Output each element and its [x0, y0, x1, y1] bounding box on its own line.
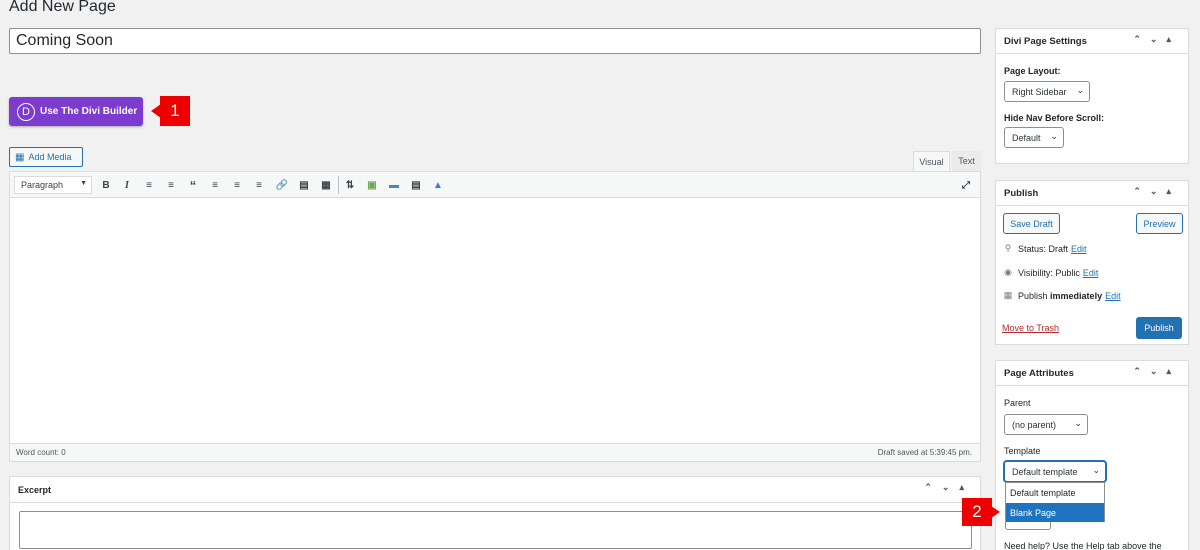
page-attributes-title: Page Attributes	[1004, 368, 1074, 379]
page-title: Add New Page	[9, 0, 116, 15]
toggle-icon[interactable]: ▬	[386, 177, 402, 193]
word-count: Word count: 0	[16, 448, 66, 457]
draft-saved-status: Draft saved at 5:39:45 pm.	[877, 448, 972, 457]
page-layout-select[interactable]: Right Sidebar ⌄	[1004, 81, 1090, 102]
editor-toolbar: Paragraph ▼ B I ≡ ≡ “ ≡ ≡ ≡ 🔗 ▤ ▦ ⇅ ▣ ▬ …	[10, 172, 980, 198]
status-edit-link[interactable]: Edit	[1071, 244, 1087, 254]
content-editor: Paragraph ▼ B I ≡ ≡ “ ≡ ≡ ≡ 🔗 ▤ ▦ ⇅ ▣ ▬ …	[9, 171, 981, 462]
publish-value: immediately	[1050, 290, 1103, 301]
divi-button-label: Use The Divi Builder	[40, 106, 138, 117]
toolbar-divider	[338, 176, 339, 194]
page-attributes-header[interactable]: Page Attributes ⌃⌄▴	[996, 361, 1188, 386]
divi-logo-icon: D	[17, 102, 35, 121]
publish-header[interactable]: Publish ⌃⌄▴	[996, 181, 1188, 206]
status-label: Status:	[1018, 243, 1047, 254]
visibility-value: Public	[1055, 267, 1080, 278]
post-title-input[interactable]	[9, 28, 981, 54]
page-layout-value: Right Sidebar	[1012, 86, 1067, 97]
editor-status-bar: Word count: 0 Draft saved at 5:39:45 pm.	[10, 443, 980, 461]
add-media-label: Add Media	[28, 152, 72, 162]
use-divi-builder-button[interactable]: D Use The Divi Builder	[9, 97, 143, 126]
status-row: ⚲ Status: Draft Edit	[1002, 243, 1087, 254]
excerpt-textarea[interactable]	[19, 511, 972, 549]
divi-shortcode-icon[interactable]: ⇅	[342, 177, 358, 193]
publish-button[interactable]: Publish	[1136, 317, 1182, 339]
callout-2-arrow	[991, 506, 1000, 518]
hide-nav-label: Hide Nav Before Scroll:	[1004, 113, 1105, 123]
blockquote-icon[interactable]: “	[185, 177, 201, 193]
chevron-down-icon: ⌄	[1050, 131, 1058, 141]
divi-settings-header[interactable]: Divi Page Settings ⌃⌄▴	[996, 29, 1188, 54]
format-select[interactable]: Paragraph ▼	[14, 176, 92, 194]
tab-visual[interactable]: Visual	[913, 151, 950, 171]
editor-content-area[interactable]	[10, 199, 980, 444]
schedule-row: ▦ Publish immediately Edit	[1002, 290, 1121, 301]
bullet-list-icon[interactable]: ≡	[141, 177, 157, 193]
chevron-down-icon: ▼	[80, 180, 87, 187]
save-draft-button[interactable]: Save Draft	[1003, 213, 1060, 234]
template-label: Template	[1004, 446, 1041, 456]
eye-icon: ◉	[1004, 267, 1012, 277]
align-right-icon[interactable]: ≡	[251, 177, 267, 193]
publish-title: Publish	[1004, 188, 1039, 199]
box-controls[interactable]: ⌃⌄▴	[1133, 366, 1180, 377]
divi-page-settings-box: Divi Page Settings ⌃⌄▴ Page Layout: Righ…	[995, 28, 1189, 164]
align-center-icon[interactable]: ≡	[229, 177, 245, 193]
chevron-down-icon: ⌄	[1074, 418, 1082, 428]
read-more-icon[interactable]: ▤	[296, 177, 312, 193]
add-media-button[interactable]: ▦ Add Media	[9, 147, 83, 167]
template-dropdown-list: Default template Blank Page	[1005, 482, 1105, 522]
link-icon[interactable]: 🔗	[274, 177, 290, 193]
lock-icon[interactable]: ▲	[430, 177, 446, 193]
callout-badge-2: 2	[962, 498, 992, 526]
publish-box: Publish ⌃⌄▴ Save Draft Preview ⚲ Status:…	[995, 180, 1189, 345]
move-to-trash-link[interactable]: Move to Trash	[1002, 323, 1059, 333]
calendar-icon: ▦	[1003, 290, 1013, 300]
parent-value: (no parent)	[1012, 419, 1057, 430]
hide-nav-select[interactable]: Default ⌄	[1004, 127, 1064, 148]
schedule-edit-link[interactable]: Edit	[1105, 291, 1121, 301]
template-value: Default template	[1012, 466, 1078, 477]
visibility-label: Visibility:	[1018, 267, 1053, 278]
template-option-blank-page[interactable]: Blank Page	[1006, 503, 1104, 522]
parent-label: Parent	[1004, 398, 1031, 408]
callout-badge-1: 1	[160, 96, 190, 126]
tab-text[interactable]: Text	[952, 151, 981, 171]
media-icon: ▦	[15, 151, 25, 163]
toolbar-toggle-icon[interactable]: ▦	[318, 177, 334, 193]
page-layout-label: Page Layout:	[1004, 66, 1061, 76]
preview-button[interactable]: Preview	[1136, 213, 1183, 234]
publish-label: Publish	[1018, 290, 1048, 301]
align-left-icon[interactable]: ≡	[207, 177, 223, 193]
parent-select[interactable]: (no parent) ⌄	[1004, 414, 1088, 435]
pin-icon: ⚲	[1004, 243, 1012, 253]
visibility-row: ◉ Visibility: Public Edit	[1002, 267, 1098, 278]
bold-icon[interactable]: B	[98, 177, 114, 193]
template-option-default[interactable]: Default template	[1006, 483, 1104, 503]
fullscreen-icon[interactable]: ⤢	[958, 177, 974, 193]
layout-icon[interactable]: ▣	[364, 177, 380, 193]
hide-nav-value: Default	[1012, 132, 1041, 143]
chevron-down-icon: ⌄	[1076, 85, 1084, 95]
excerpt-header[interactable]: Excerpt ⌃⌄▴	[10, 477, 980, 503]
chevron-down-icon: ⌄	[1092, 465, 1100, 475]
status-value: Draft	[1048, 243, 1069, 254]
box-controls[interactable]: ⌃⌄▴	[1133, 186, 1180, 197]
need-help-text: Need help? Use the Help tab above the	[1004, 541, 1162, 550]
italic-icon[interactable]: I	[119, 177, 135, 193]
format-select-value: Paragraph	[21, 180, 64, 190]
divi-settings-title: Divi Page Settings	[1004, 36, 1087, 47]
excerpt-box: Excerpt ⌃⌄▴	[9, 476, 981, 550]
box-controls[interactable]: ⌃⌄▴	[1133, 34, 1180, 45]
box-controls[interactable]: ⌃⌄▴	[924, 482, 974, 493]
divider-icon[interactable]: ▤	[408, 177, 424, 193]
numbered-list-icon[interactable]: ≡	[163, 177, 179, 193]
visibility-edit-link[interactable]: Edit	[1083, 268, 1099, 278]
template-select[interactable]: Default template ⌄	[1004, 461, 1106, 482]
excerpt-title: Excerpt	[18, 485, 52, 495]
